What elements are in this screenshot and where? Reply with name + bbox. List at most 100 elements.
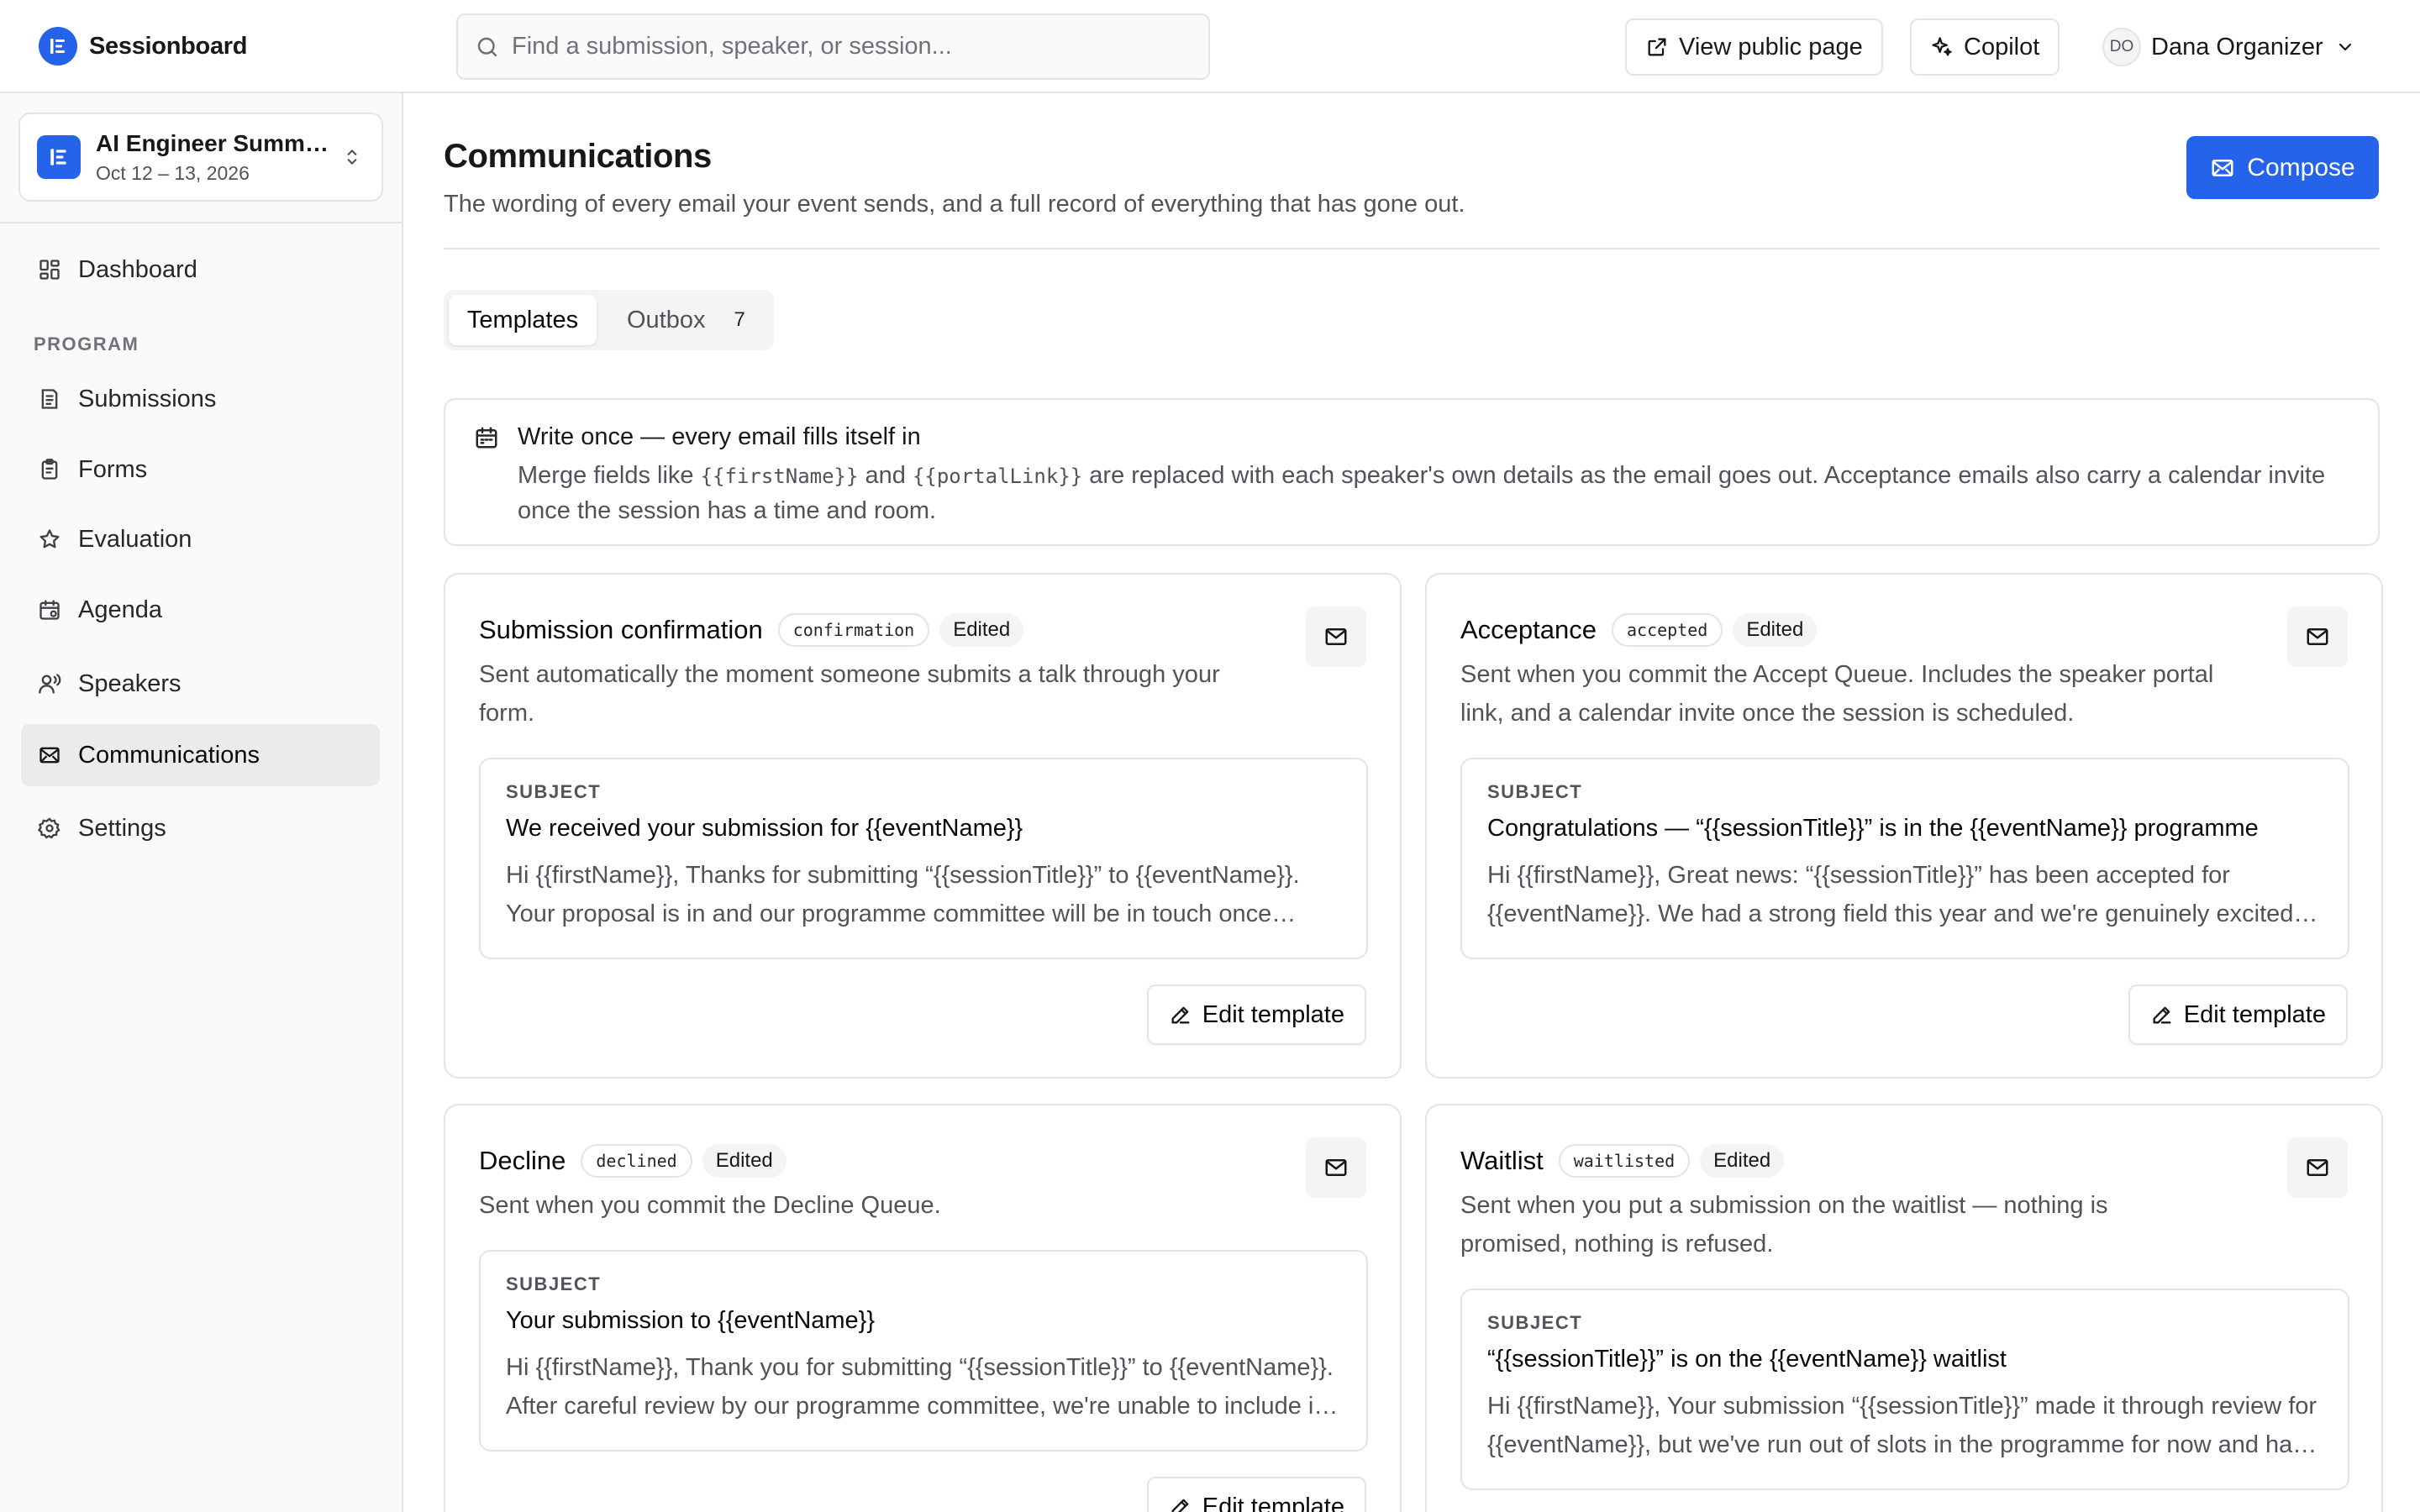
sidebar-item-forms[interactable]: Forms [21, 438, 380, 501]
template-description: Sent automatically the moment someone su… [479, 661, 1220, 727]
subject-line: Your submission to {{eventName}} [506, 1307, 876, 1334]
chevron-down-icon [2335, 37, 2355, 57]
search-icon [475, 34, 500, 60]
chevrons-up-down-icon [341, 146, 363, 168]
send-test-button[interactable] [2287, 1137, 2348, 1198]
forms-icon [38, 458, 61, 481]
search-input[interactable]: Find a submission, speaker, or session..… [512, 33, 952, 60]
event-dates: Oct 12 – 13, 2026 [96, 161, 250, 184]
external-link-icon [1645, 35, 1669, 59]
subject-label: SUBJECT [506, 1273, 602, 1294]
subject-preview: SUBJECT Your submission to {{eventName}}… [479, 1250, 1368, 1452]
sidebar-item-label: Settings [78, 814, 166, 842]
send-test-button[interactable] [1306, 1137, 1366, 1198]
template-card-confirmation: Submission confirmation confirmation Edi… [444, 573, 1402, 1079]
template-description: Sent when you commit the Accept Queue. I… [1460, 661, 2214, 727]
edit-template-button[interactable]: Edit template [1146, 984, 1366, 1045]
pencil-icon [1169, 1003, 1192, 1026]
template-key-badge: confirmation [777, 613, 930, 647]
brand-name: Sessionboard [89, 32, 248, 60]
sidebar-item-label: Agenda [78, 596, 162, 623]
template-title: Submission confirmation [479, 615, 763, 644]
submissions-icon [38, 387, 61, 411]
sidebar-item-agenda[interactable]: Agenda [21, 579, 380, 641]
header-divider [444, 248, 2380, 249]
template-title: Waitlist [1460, 1146, 1544, 1175]
edit-template-button[interactable]: Edit template [2128, 984, 2348, 1045]
info-body: Merge fields like {{firstName}} and {{po… [518, 462, 2326, 524]
sidebar: AI Engineer Summit 2026 Oct 12 – 13, 202… [0, 93, 403, 1512]
gear-icon [38, 816, 61, 840]
page-title: Communications [444, 138, 712, 175]
compose-label: Compose [2247, 153, 2355, 181]
subject-line: We received your submission for {{eventN… [506, 815, 1023, 842]
event-name: AI Engineer Summit 2026 [96, 129, 331, 156]
compose-button[interactable]: Compose [2186, 136, 2379, 199]
send-test-button[interactable] [1306, 606, 1366, 667]
tab-outbox[interactable]: Outbox 7 [610, 295, 770, 345]
edit-template-button[interactable]: Edit template [1146, 1477, 1366, 1512]
sidebar-item-label: Speakers [78, 669, 182, 697]
avatar: DO [2102, 28, 2141, 66]
event-switcher[interactable]: AI Engineer Summit 2026 Oct 12 – 13, 202… [18, 113, 383, 202]
sidebar-item-label: Forms [78, 455, 148, 483]
calendar-icon [474, 425, 499, 450]
subject-preview: SUBJECT We received your submission for … [479, 758, 1368, 959]
template-title: Decline [479, 1146, 566, 1175]
edited-badge: Edited [702, 1144, 786, 1178]
compose-mail-icon [2210, 155, 2235, 181]
view-public-page-button[interactable]: View public page [1625, 18, 1883, 76]
copilot-button[interactable]: Copilot [1910, 18, 2060, 76]
tab-templates[interactable]: Templates [449, 295, 597, 345]
subject-label: SUBJECT [1487, 781, 1583, 802]
edit-template-label: Edit template [1202, 1493, 1344, 1512]
sidebar-item-dashboard[interactable]: Dashboard [21, 239, 380, 301]
outbox-count-badge: 7 [734, 308, 745, 331]
template-key-badge: declined [581, 1144, 692, 1178]
sidebar-item-settings[interactable]: Settings [21, 797, 380, 859]
template-key-badge: accepted [1612, 613, 1723, 647]
subject-line: “{{sessionTitle}}” is on the {{eventName… [1487, 1346, 2007, 1373]
sidebar-item-submissions[interactable]: Submissions [21, 368, 380, 430]
brand-logo-icon [39, 27, 77, 66]
tab-list: Templates Outbox 7 [444, 290, 774, 350]
mail-icon [2305, 624, 2330, 649]
sidebar-item-label: Submissions [78, 385, 217, 412]
sparkles-icon [1930, 35, 1954, 59]
template-card-decline: Decline declined Edited Sent when you co… [444, 1104, 1402, 1512]
edit-template-label: Edit template [1202, 1000, 1344, 1028]
sidebar-item-speakers[interactable]: Speakers [21, 653, 380, 715]
template-key-badge: waitlisted [1558, 1144, 1691, 1178]
template-description: Sent when you put a submission on the wa… [1460, 1192, 2108, 1257]
speakers-icon [38, 672, 61, 696]
merge-field-code: {{portalLink}} [912, 465, 1083, 488]
subject-label: SUBJECT [506, 781, 602, 802]
template-description: Sent when you commit the Decline Queue. [479, 1192, 941, 1219]
star-icon [38, 528, 61, 551]
sidebar-section-program: PROGRAM [34, 333, 139, 354]
brand[interactable]: Sessionboard [39, 26, 247, 66]
subject-label: SUBJECT [1487, 1312, 1583, 1333]
mail-icon [1323, 624, 1349, 649]
sidebar-divider [0, 222, 402, 223]
body-preview: Hi {{firstName}}, Great news: “{{session… [1487, 862, 2321, 927]
info-banner: Write once — every email fills itself in… [444, 398, 2380, 546]
edit-template-label: Edit template [2183, 1000, 2326, 1028]
sidebar-item-evaluation[interactable]: Evaluation [21, 508, 380, 570]
sidebar-item-label: Evaluation [78, 525, 192, 553]
template-title: Acceptance [1460, 615, 1597, 644]
info-title: Write once — every email fills itself in [518, 423, 921, 450]
top-bar: Sessionboard Find a submission, speaker,… [0, 0, 2420, 93]
view-public-page-label: View public page [1679, 33, 1863, 60]
subject-preview: SUBJECT “{{sessionTitle}}” is on the {{e… [1460, 1289, 2349, 1490]
sidebar-item-label: Communications [78, 741, 260, 769]
template-card-waitlist: Waitlist waitlisted Edited Sent when you… [1425, 1104, 2383, 1512]
user-menu[interactable]: DO Dana Organizer [2102, 27, 2355, 67]
global-search[interactable]: Find a submission, speaker, or session..… [456, 13, 1210, 80]
template-card-acceptance: Acceptance accepted Edited Sent when you… [1425, 573, 2383, 1079]
mail-icon [2305, 1155, 2330, 1180]
send-test-button[interactable] [2287, 606, 2348, 667]
sidebar-item-communications[interactable]: Communications [21, 724, 380, 786]
edited-badge: Edited [939, 613, 1024, 647]
edited-badge: Edited [1733, 613, 1818, 647]
